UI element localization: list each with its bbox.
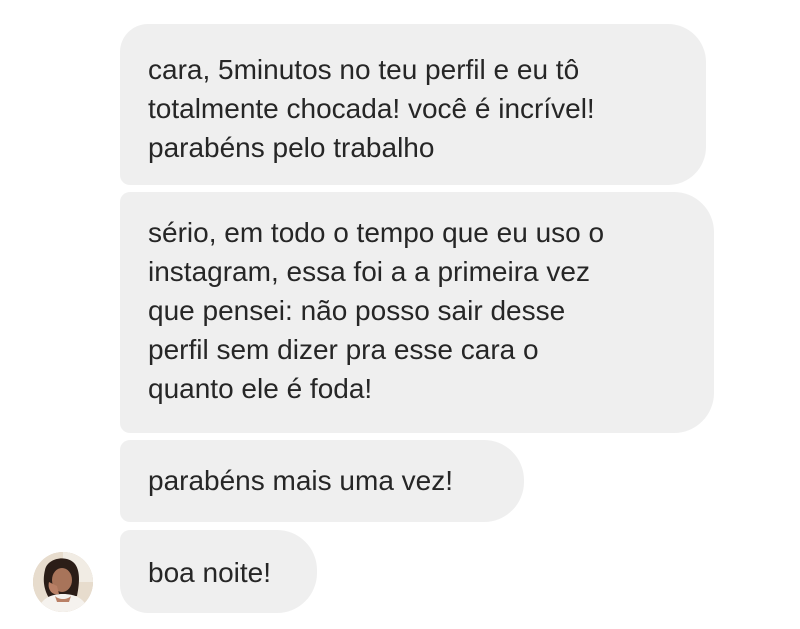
message-line: totalmente chocada! você é incrível! [148,93,595,124]
message-line: quanto ele é foda! [148,373,373,404]
message-bubble[interactable]: boa noite! [120,530,317,613]
message-line: boa noite! [148,557,271,588]
message-bubble[interactable]: cara, 5minutos no teu perfil e eu tô tot… [120,24,706,185]
message-line: parabéns mais uma vez! [148,465,454,496]
message-line: sério, em todo o tempo que eu uso o [148,217,605,248]
message-line: instagram, essa foi a a primeira vez [148,256,590,287]
message-thread: cara, 5minutos no teu perfil e eu tô tot… [0,0,800,629]
sender-avatar[interactable] [33,552,93,612]
message-line: cara, 5minutos no teu perfil e eu tô [148,54,580,85]
message-line: que pensei: não posso sair desse [148,295,566,326]
profile-photo-icon [33,552,93,612]
message-line: parabéns pelo trabalho [148,132,435,163]
message-line: perfil sem dizer pra esse cara o [148,334,539,365]
message-bubble[interactable]: sério, em todo o tempo que eu uso o inst… [120,192,714,433]
message-bubble[interactable]: parabéns mais uma vez! [120,440,524,522]
